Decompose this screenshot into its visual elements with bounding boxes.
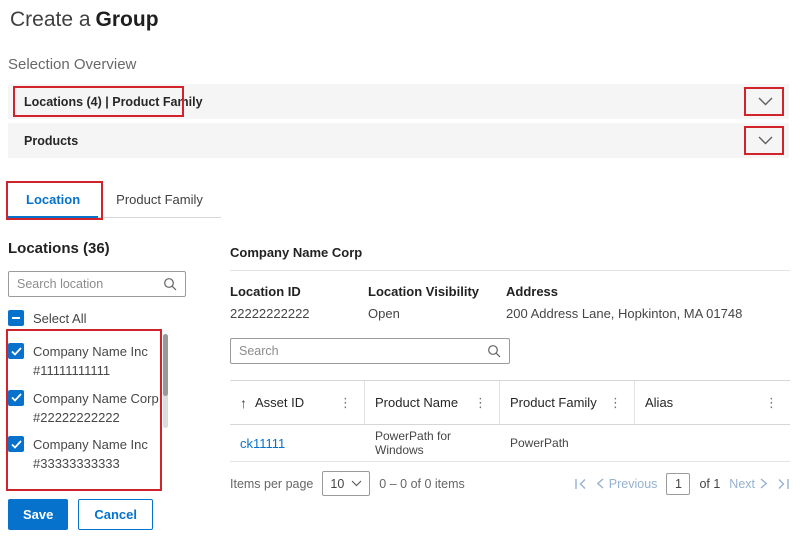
field-value: 200 Address Lane, Hopkinton, MA 01748 [506,306,742,321]
product-family-cell: PowerPath [500,425,635,461]
tab-product-family[interactable]: Product Family [98,182,221,218]
table-header-row: ↑ Asset ID ⋮ Product Name ⋮ Product Fami… [230,381,790,425]
column-header-asset-id[interactable]: ↑ Asset ID ⋮ [230,381,365,424]
detail-fields: Location ID 22222222222 Location Visibil… [230,284,790,321]
alias-cell [635,425,790,461]
location-item-text: Company Name Inc #33333333333 [33,436,148,474]
chevron-left-icon [596,478,604,489]
field-value: 22222222222 [230,306,368,321]
locations-heading: Locations (36) [8,240,188,257]
locations-panel: Locations (36) Select All Company Name I… [8,240,188,483]
scrollbar-thumb[interactable] [163,334,168,396]
chevron-down-icon[interactable] [758,136,773,145]
pagination-bar: Items per page 10 0 – 0 of 0 items Previ… [230,471,790,496]
column-label: Alias [645,395,755,410]
select-all-label: Select All [33,311,86,326]
assets-table: ↑ Asset ID ⋮ Product Name ⋮ Product Fami… [230,380,790,496]
column-menu-icon[interactable]: ⋮ [337,395,354,411]
field-location-visibility: Location Visibility Open [368,284,506,321]
column-header-alias[interactable]: Alias ⋮ [635,381,790,424]
column-header-product-name[interactable]: Product Name ⋮ [365,381,500,424]
footer-actions: Save Cancel [8,499,153,530]
location-id: #22222222222 [33,409,159,428]
field-value: Open [368,306,506,321]
location-name: Company Name Corp [33,390,159,409]
checkbox-checked-icon[interactable] [8,436,24,452]
list-item[interactable]: Company Name Inc #11111111111 [8,343,188,381]
list-item[interactable]: Company Name Corp #22222222222 [8,390,188,428]
items-range-text: 0 – 0 of 0 items [379,477,464,491]
chevron-right-icon [760,478,768,489]
page-title-light: Create a [10,8,91,31]
select-all-row[interactable]: Select All [8,310,188,326]
tab-location[interactable]: Location [8,182,98,218]
field-location-id: Location ID 22222222222 [230,284,368,321]
list-item[interactable]: Company Name Inc #33333333333 [8,436,188,474]
scrollbar[interactable] [163,334,168,428]
checkbox-checked-icon[interactable] [8,390,24,406]
items-per-page-select[interactable]: 10 [322,471,370,496]
location-id: #33333333333 [33,455,148,474]
previous-page-button[interactable]: Previous [596,477,658,491]
save-button[interactable]: Save [8,499,68,530]
column-menu-icon[interactable]: ⋮ [607,395,624,411]
accordion-products[interactable]: Products [8,123,789,158]
chevron-down-icon[interactable] [758,97,773,106]
table-row: ck11111 PowerPath for Windows PowerPath [230,425,790,462]
page-title: Create aGroup [10,8,159,32]
location-id: #11111111111 [33,362,148,381]
first-page-icon[interactable] [574,478,587,490]
sort-ascending-icon[interactable]: ↑ [240,395,247,411]
previous-label: Previous [609,477,658,491]
product-name-cell: PowerPath for Windows [365,425,500,461]
location-search-box [8,271,186,297]
section-title: Selection Overview [8,56,136,73]
checkbox-checked-icon[interactable] [8,343,24,359]
column-label: Product Name [375,395,464,410]
column-label: Product Family [510,395,599,410]
location-name: Company Name Inc [33,343,148,362]
search-assets-input[interactable] [239,344,487,358]
select-all-checkbox[interactable] [8,310,24,326]
items-per-page-label: Items per page [230,477,313,491]
page-number-input[interactable] [666,473,690,495]
column-label: Asset ID [255,395,329,410]
accordion-locations[interactable]: Locations (4) | Product Family [8,84,789,119]
assets-search-box [230,338,510,364]
chevron-down-icon [351,480,362,487]
last-page-icon[interactable] [777,478,790,490]
page-of-label: of 1 [699,477,720,491]
column-menu-icon[interactable]: ⋮ [763,395,780,411]
asset-id-link[interactable]: ck11111 [230,425,365,461]
location-list: Company Name Inc #11111111111 Company Na… [8,343,188,474]
search-icon [163,277,177,291]
field-label: Address [506,284,742,299]
location-item-text: Company Name Corp #22222222222 [33,390,159,428]
field-label: Location Visibility [368,284,506,299]
location-name: Company Name Inc [33,436,148,455]
items-per-page-value: 10 [330,477,344,491]
column-menu-icon[interactable]: ⋮ [472,395,489,411]
field-label: Location ID [230,284,368,299]
search-icon [487,344,501,358]
search-location-input[interactable] [17,277,163,291]
company-heading: Company Name Corp [230,245,790,271]
field-address: Address 200 Address Lane, Hopkinton, MA … [506,284,742,321]
location-item-text: Company Name Inc #11111111111 [33,343,148,381]
next-page-button[interactable]: Next [729,477,768,491]
next-label: Next [729,477,755,491]
create-group-page: Create aGroup Selection Overview Locatio… [0,0,800,546]
page-title-bold: Group [96,8,159,31]
tab-bar: Location Product Family [8,182,221,218]
cancel-button[interactable]: Cancel [78,499,153,530]
accordion-products-label: Products [24,134,78,148]
location-details-panel: Company Name Corp Location ID 2222222222… [230,245,790,496]
column-header-product-family[interactable]: Product Family ⋮ [500,381,635,424]
accordion-locations-label: Locations (4) | Product Family [24,95,203,109]
